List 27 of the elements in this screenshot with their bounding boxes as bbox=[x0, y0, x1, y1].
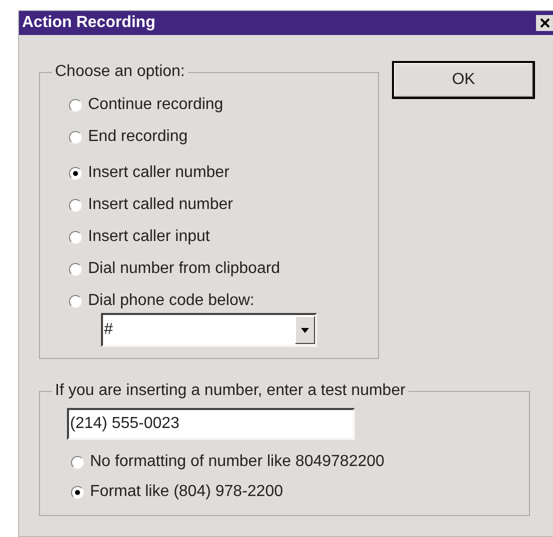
radio-label[interactable]: Insert caller input bbox=[88, 227, 210, 247]
radio-button[interactable] bbox=[69, 262, 82, 276]
radio-label[interactable]: Insert caller number bbox=[88, 163, 230, 183]
radio-button[interactable] bbox=[69, 230, 82, 244]
radio-button[interactable] bbox=[69, 166, 82, 180]
radio-button[interactable] bbox=[69, 198, 82, 212]
radio-button[interactable] bbox=[69, 98, 82, 112]
radio-label[interactable]: End recording bbox=[88, 127, 188, 147]
radio-button[interactable] bbox=[69, 294, 82, 308]
ok-button[interactable]: OK bbox=[392, 61, 535, 99]
radio-label[interactable]: Continue recording bbox=[88, 95, 224, 115]
group-label: If you are inserting a number, enter a test number bbox=[52, 381, 408, 401]
radio-label[interactable]: Format like (804) 978-2200 bbox=[90, 482, 283, 502]
radio-label[interactable]: Dial number from clipboard bbox=[88, 259, 280, 279]
radio-label[interactable]: Insert called number bbox=[88, 195, 233, 215]
caret-icon[interactable] bbox=[295, 316, 315, 344]
radio-label[interactable]: No formatting of number like 8049782200 bbox=[90, 452, 384, 472]
phone-code-dropdown[interactable]: # bbox=[101, 313, 317, 347]
test-number-field[interactable]: (214) 555-0023 bbox=[67, 408, 355, 440]
radio-label[interactable]: Dial phone code below: bbox=[88, 291, 254, 311]
radio-button[interactable] bbox=[69, 130, 82, 144]
group-label: Choose an option: bbox=[52, 62, 188, 82]
window-title: Action Recording bbox=[22, 13, 156, 33]
radio-button[interactable] bbox=[71, 456, 84, 468]
dropdown-value: # bbox=[103, 320, 113, 340]
close-icon[interactable] bbox=[536, 15, 553, 31]
radio-button[interactable] bbox=[71, 486, 84, 498]
